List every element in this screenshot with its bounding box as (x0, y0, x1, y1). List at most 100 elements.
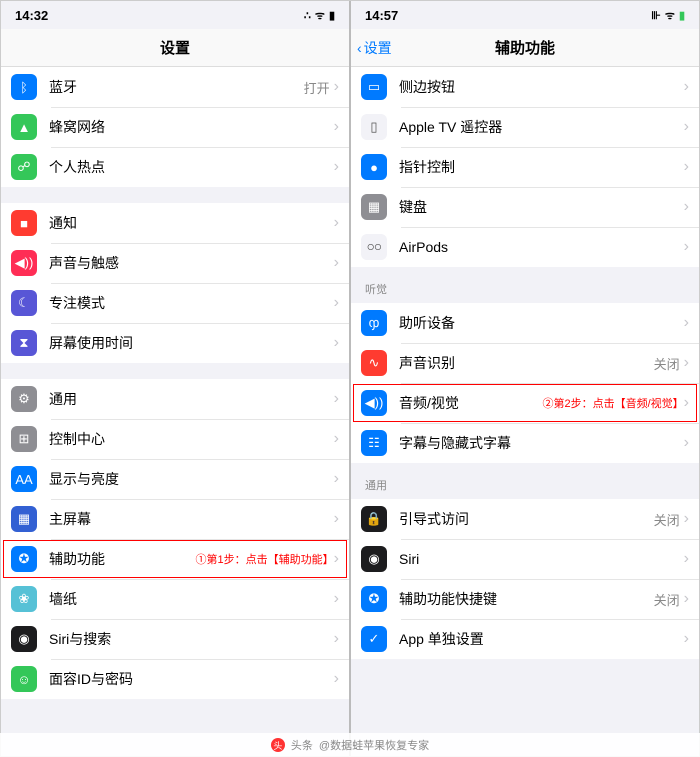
row-label: Siri与搜索 (49, 629, 334, 649)
settings-row-shortcut[interactable]: ✪辅助功能快捷键关闭› (351, 579, 699, 619)
back-button[interactable]: ‹ 设置 (357, 38, 392, 58)
row-label: 指针控制 (399, 157, 684, 177)
subtitle-icon: ☷ (361, 430, 387, 456)
row-label: 显示与亮度 (49, 469, 334, 489)
settings-row-airpods[interactable]: ဝဝAirPods› (351, 227, 699, 267)
chevron-right-icon: › (334, 550, 339, 568)
row-label: 通用 (49, 389, 334, 409)
row-label: 蜂窝网络 (49, 117, 334, 137)
chevron-right-icon: › (334, 670, 339, 688)
row-label: AirPods (399, 239, 684, 255)
row-label: 控制中心 (49, 429, 334, 449)
pointer-icon: ● (361, 154, 387, 180)
status-time: 14:32 (15, 8, 48, 23)
settings-group: ჶ助听设备›∿声音识别关闭›◀))音频/视觉②第2步：点击【音频/视觉】›☷字幕… (351, 303, 699, 463)
chevron-right-icon: › (684, 158, 689, 176)
settings-row-home[interactable]: ▦主屏幕› (1, 499, 349, 539)
settings-row-control[interactable]: ⊞控制中心› (1, 419, 349, 459)
row-label: 助听设备 (399, 313, 684, 333)
row-label: 墙纸 (49, 589, 334, 609)
settings-row-subtitle[interactable]: ☷字幕与隐藏式字幕› (351, 423, 699, 463)
chevron-right-icon: › (684, 510, 689, 528)
signal-icon: ⊪ (651, 9, 661, 22)
watermark-footer: 头 头条 @数据蛙苹果恢复专家 (0, 733, 700, 757)
battery-icon: ▮ (329, 9, 335, 22)
row-label: 专注模式 (49, 293, 334, 313)
settings-row-notify[interactable]: ■ 通知› (1, 203, 349, 243)
settings-row-perapp[interactable]: ✓App 单独设置› (351, 619, 699, 659)
settings-row-siri2[interactable]: ◉Siri› (351, 539, 699, 579)
settings-row-bluetooth[interactable]: ᛒ蓝牙打开› (1, 67, 349, 107)
settings-row-hearing[interactable]: ჶ助听设备› (351, 303, 699, 343)
row-label: 辅助功能 (49, 549, 192, 569)
focus-icon: ☾ (11, 290, 37, 316)
settings-row-keyboard[interactable]: ▦键盘› (351, 187, 699, 227)
settings-row-display[interactable]: AA显示与亮度› (1, 459, 349, 499)
settings-row-av[interactable]: ◀))音频/视觉②第2步：点击【音频/视觉】› (351, 383, 699, 423)
chevron-right-icon: › (334, 214, 339, 232)
settings-row-sound[interactable]: ◀))声音与触感› (1, 243, 349, 283)
soundrec-icon: ∿ (361, 350, 387, 376)
row-label: Apple TV 遥控器 (399, 117, 684, 137)
keyboard-icon: ▦ (361, 194, 387, 220)
row-label: 引导式访问 (399, 509, 654, 529)
row-label: 音频/视觉 (399, 393, 538, 413)
hotspot-icon: ☍ (11, 154, 37, 180)
settings-row-faceid[interactable]: ☺面容ID与密码› (1, 659, 349, 699)
chevron-right-icon: › (684, 550, 689, 568)
siri-icon: ◉ (11, 626, 37, 652)
shortcut-icon: ✪ (361, 586, 387, 612)
row-label: 蓝牙 (49, 77, 304, 97)
settings-group: ▭侧边按钮›▯Apple TV 遥控器›●指针控制›▦键盘›ဝဝAirPods› (351, 67, 699, 267)
chevron-right-icon: › (684, 118, 689, 136)
chevron-right-icon: › (684, 354, 689, 372)
chevron-right-icon: › (334, 390, 339, 408)
settings-row-guided[interactable]: 🔒引导式访问关闭› (351, 499, 699, 539)
settings-row-cellular[interactable]: ▲蜂窝网络› (1, 107, 349, 147)
screentime-icon: ⧗ (11, 330, 37, 356)
row-label: 键盘 (399, 197, 684, 217)
row-label: Siri (399, 551, 684, 567)
row-label: 辅助功能快捷键 (399, 589, 654, 609)
chevron-right-icon: › (684, 630, 689, 648)
settings-row-siri[interactable]: ◉Siri与搜索› (1, 619, 349, 659)
row-label: 屏幕使用时间 (49, 333, 334, 353)
status-bar: 14:57 ⊪ᯤ▮ (351, 1, 699, 29)
back-label: 设置 (364, 38, 392, 58)
settings-row-soundrec[interactable]: ∿ 声音识别关闭› (351, 343, 699, 383)
settings-list[interactable]: ᛒ蓝牙打开›▲蜂窝网络›☍个人热点›■通知›◀))声音与触感›☾专注模式›⧗屏幕… (1, 67, 349, 756)
settings-row-general[interactable]: ⚙ 通用› (1, 379, 349, 419)
chevron-right-icon: › (334, 590, 339, 608)
row-label: 主屏幕 (49, 509, 334, 529)
toutiao-logo-icon: 头 (271, 738, 285, 752)
nav-header: 设置 (1, 29, 349, 67)
chevron-left-icon: ‹ (357, 40, 362, 56)
accessibility-list[interactable]: ▭侧边按钮›▯Apple TV 遥控器›●指针控制›▦键盘›ဝဝAirPods›… (351, 67, 699, 756)
sound-icon: ◀)) (11, 250, 37, 276)
settings-row-sidebtn[interactable]: ▭侧边按钮› (351, 67, 699, 107)
step-annotation: ①第1步：点击【辅助功能】 (196, 551, 334, 567)
row-value: 关闭 (654, 354, 680, 373)
left-phone-settings: 14:32 ∴ᯤ▮ 设置 ᛒ蓝牙打开›▲蜂窝网络›☍个人热点›■通知›◀))声音… (1, 1, 349, 756)
av-icon: ◀)) (361, 390, 387, 416)
row-label: 面容ID与密码 (49, 669, 334, 689)
appletv-icon: ▯ (361, 114, 387, 140)
sidebtn-icon: ▭ (361, 74, 387, 100)
settings-row-appletv[interactable]: ▯ Apple TV 遥控器› (351, 107, 699, 147)
chevron-right-icon: › (684, 590, 689, 608)
watermark-text: @数据蛙苹果恢复专家 (319, 737, 429, 753)
group-header: 听觉 (351, 267, 699, 303)
general-icon: ⚙ (11, 386, 37, 412)
settings-row-hotspot[interactable]: ☍个人热点› (1, 147, 349, 187)
settings-row-screentime[interactable]: ⧗屏幕使用时间› (1, 323, 349, 363)
row-label: 声音识别 (399, 353, 654, 373)
settings-row-focus[interactable]: ☾专注模式› (1, 283, 349, 323)
notify-icon: ■ (11, 210, 37, 236)
row-label: 通知 (49, 213, 334, 233)
chevron-right-icon: › (684, 238, 689, 256)
settings-row-wallpaper[interactable]: ❀墙纸› (1, 579, 349, 619)
nav-header: ‹ 设置 辅助功能 (351, 29, 699, 67)
settings-row-pointer[interactable]: ● 指针控制› (351, 147, 699, 187)
settings-row-access[interactable]: ✪辅助功能①第1步：点击【辅助功能】› (1, 539, 349, 579)
chevron-right-icon: › (334, 78, 339, 96)
